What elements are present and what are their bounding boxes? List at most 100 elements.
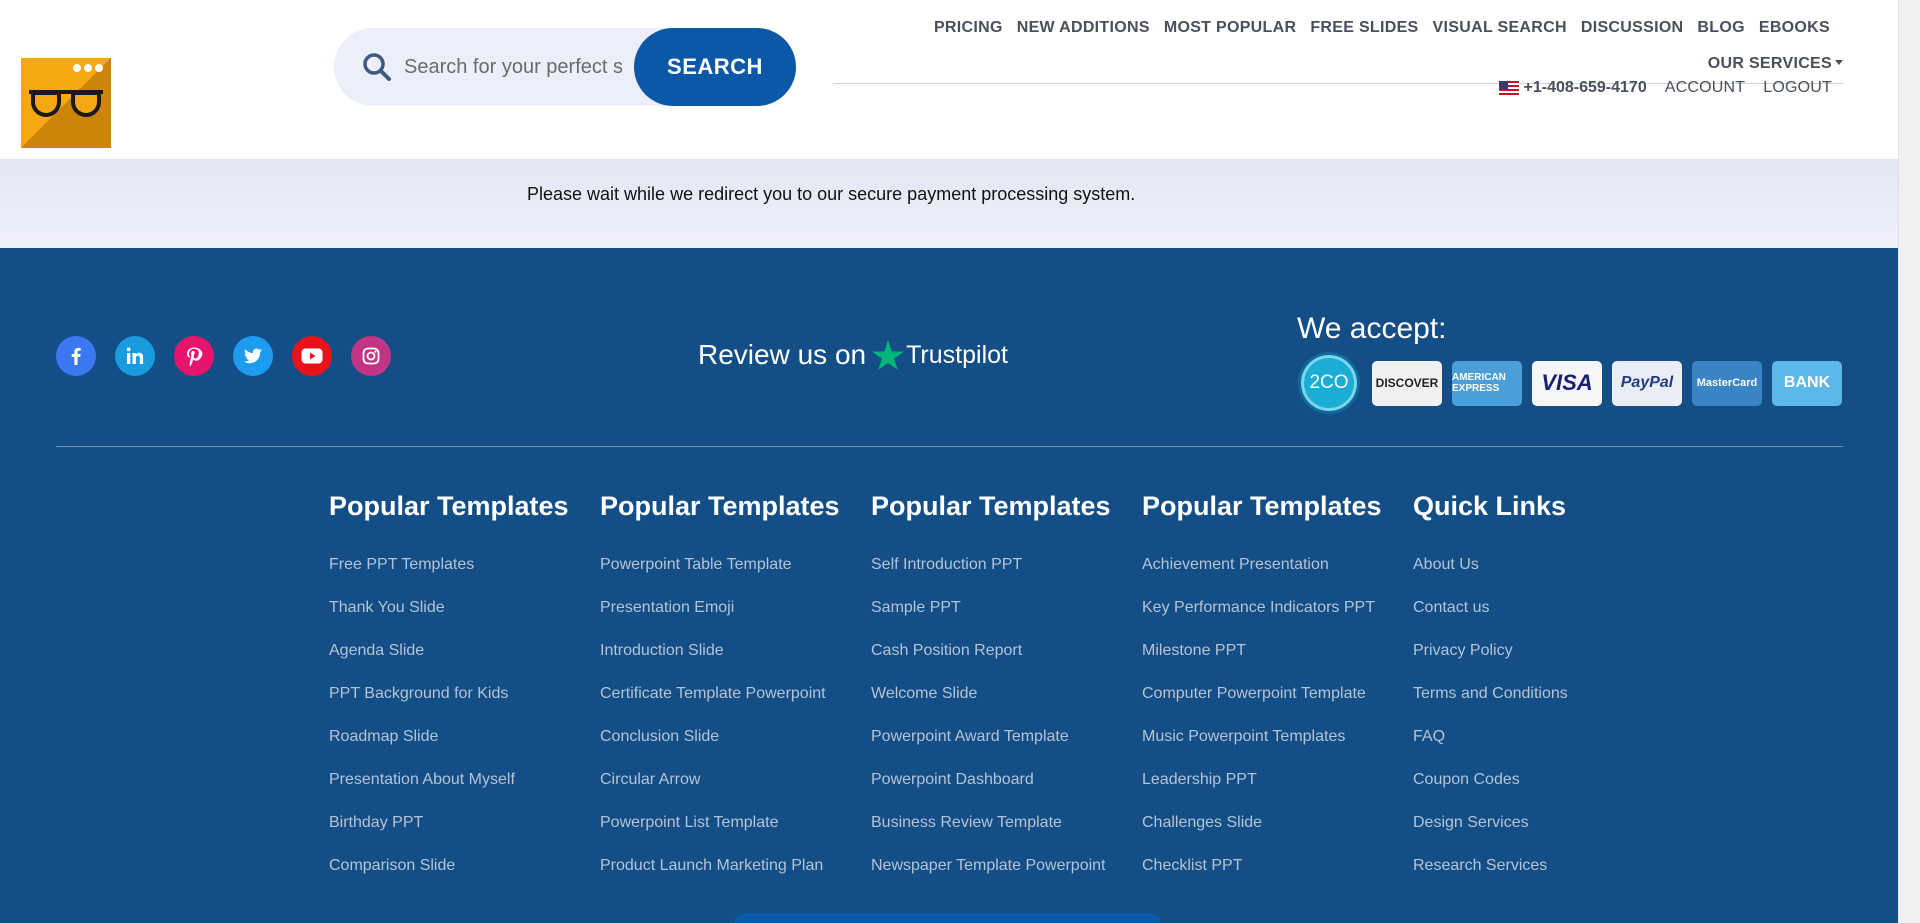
footer-link[interactable]: Powerpoint Award Template: [871, 728, 1142, 771]
our-services-dropdown[interactable]: OUR SERVICES: [1708, 55, 1843, 73]
we-accept-label: We accept:: [1297, 312, 1447, 345]
search-bar: SEARCH: [334, 28, 796, 106]
search-input[interactable]: [404, 46, 622, 88]
payment-mastercard: MasterCard: [1692, 360, 1762, 406]
trustpilot-brand: Trustpilot: [906, 340, 1008, 369]
nav-new-additions[interactable]: NEW ADDITIONS: [1017, 19, 1150, 37]
nav-most-popular[interactable]: MOST POPULAR: [1164, 19, 1297, 37]
footer-link[interactable]: Presentation About Myself: [329, 771, 600, 814]
footer-column: Popular Templates Self Introduction PPT …: [871, 491, 1142, 900]
caret-down-icon: [1835, 60, 1843, 65]
instagram-icon[interactable]: [351, 336, 391, 376]
footer-link[interactable]: Challenges Slide: [1142, 814, 1413, 857]
footer-link[interactable]: Coupon Codes: [1413, 771, 1684, 814]
footer-link[interactable]: Comparison Slide: [329, 857, 600, 900]
footer-link[interactable]: Agenda Slide: [329, 642, 600, 685]
footer-link[interactable]: Self Introduction PPT: [871, 556, 1142, 599]
footer-link[interactable]: Product Launch Marketing Plan: [600, 857, 871, 900]
footer-column: Quick Links About Us Contact us Privacy …: [1413, 491, 1684, 900]
redirect-banner: Please wait while we redirect you to our…: [0, 159, 1898, 248]
nav-visual-search[interactable]: VISUAL SEARCH: [1433, 19, 1567, 37]
payment-visa: VISA: [1532, 360, 1602, 406]
footer-link[interactable]: Welcome Slide: [871, 685, 1142, 728]
footer-column-heading: Popular Templates: [600, 491, 840, 521]
payment-discover: DISCOVER: [1372, 360, 1442, 406]
review-prefix: Review us on: [698, 339, 867, 370]
footer-link[interactable]: Birthday PPT: [329, 814, 600, 857]
nav-ebooks[interactable]: EBOOKS: [1759, 19, 1830, 37]
footer-link[interactable]: Circular Arrow: [600, 771, 871, 814]
footer-column-heading: Quick Links: [1413, 491, 1567, 521]
footer-link[interactable]: Milestone PPT: [1142, 642, 1413, 685]
nav-free-slides[interactable]: FREE SLIDES: [1310, 19, 1418, 37]
footer-link[interactable]: Conclusion Slide: [600, 728, 871, 771]
footer-link[interactable]: Sample PPT: [871, 599, 1142, 642]
footer-link[interactable]: About Us: [1413, 556, 1684, 599]
footer-column-heading: Popular Templates: [1142, 491, 1382, 521]
footer-link[interactable]: Music Powerpoint Templates: [1142, 728, 1413, 771]
window-dots-icon: [73, 64, 103, 72]
payment-2co: 2CO: [1298, 352, 1360, 414]
footer-link[interactable]: Leadership PPT: [1142, 771, 1413, 814]
footer-link[interactable]: Newspaper Template Powerpoint: [871, 857, 1142, 900]
site-logo[interactable]: [21, 58, 111, 148]
footer-link[interactable]: Cash Position Report: [871, 642, 1142, 685]
footer-link[interactable]: Introduction Slide: [600, 642, 871, 685]
footer-divider: [56, 446, 1843, 447]
account-row: +1-408-659-4170 ACCOUNT LOGOUT: [1498, 79, 1833, 97]
footer-link[interactable]: Design Services: [1413, 814, 1684, 857]
footer-bottom-button[interactable]: [735, 913, 1160, 923]
footer-link[interactable]: Certificate Template Powerpoint: [600, 685, 871, 728]
footer-link[interactable]: Roadmap Slide: [329, 728, 600, 771]
phone-number: +1-408-659-4170: [1523, 79, 1647, 96]
footer-column-heading: Popular Templates: [329, 491, 569, 521]
account-link[interactable]: ACCOUNT: [1665, 79, 1746, 97]
footer-link[interactable]: Terms and Conditions: [1413, 685, 1684, 728]
footer-link[interactable]: PPT Background for Kids: [329, 685, 600, 728]
pinterest-icon[interactable]: [174, 336, 214, 376]
site-footer: Review us on Trustpilot We accept: 2CO D…: [0, 248, 1898, 923]
payment-amex: AMERICAN EXPRESS: [1452, 360, 1522, 406]
linkedin-icon[interactable]: [115, 336, 155, 376]
redirect-message: Please wait while we redirect you to our…: [527, 184, 1136, 204]
footer-column-heading: Popular Templates: [871, 491, 1111, 521]
footer-link[interactable]: Research Services: [1413, 857, 1684, 900]
payment-methods: 2CO DISCOVER AMERICAN EXPRESS VISA PayPa…: [1298, 352, 1842, 414]
trustpilot-review-link[interactable]: Review us on Trustpilot: [698, 339, 1008, 371]
footer-link[interactable]: Powerpoint Dashboard: [871, 771, 1142, 814]
nav-pricing[interactable]: PRICING: [934, 19, 1003, 37]
footer-link[interactable]: Computer Powerpoint Template: [1142, 685, 1413, 728]
footer-link[interactable]: Business Review Template: [871, 814, 1142, 857]
search-icon: [363, 53, 391, 81]
page-scrollbar[interactable]: [1898, 0, 1920, 923]
site-header: SEARCH PRICING NEW ADDITIONS MOST POPULA…: [0, 0, 1898, 159]
footer-link[interactable]: FAQ: [1413, 728, 1684, 771]
footer-link[interactable]: Achievement Presentation: [1142, 556, 1413, 599]
footer-link[interactable]: Privacy Policy: [1413, 642, 1684, 685]
facebook-icon[interactable]: [56, 336, 96, 376]
twitter-icon[interactable]: [233, 336, 273, 376]
footer-link[interactable]: Thank You Slide: [329, 599, 600, 642]
payment-paypal: PayPal: [1612, 360, 1682, 406]
nav-discussion[interactable]: DISCUSSION: [1581, 19, 1684, 37]
footer-link[interactable]: Key Performance Indicators PPT: [1142, 599, 1413, 642]
top-nav: PRICING NEW ADDITIONS MOST POPULAR FREE …: [934, 19, 1830, 37]
footer-link[interactable]: Powerpoint Table Template: [600, 556, 871, 599]
youtube-icon[interactable]: [292, 336, 332, 376]
phone-link[interactable]: +1-408-659-4170: [1498, 79, 1647, 97]
nav-blog[interactable]: BLOG: [1697, 19, 1744, 37]
footer-link[interactable]: Presentation Emoji: [600, 599, 871, 642]
glasses-icon: [29, 90, 103, 117]
logout-link[interactable]: LOGOUT: [1763, 79, 1832, 97]
footer-column: Popular Templates Free PPT Templates Tha…: [329, 491, 600, 900]
payment-bank: BANK: [1772, 360, 1842, 406]
footer-link[interactable]: Contact us: [1413, 599, 1684, 642]
footer-link[interactable]: Powerpoint List Template: [600, 814, 871, 857]
trustpilot-star-icon: [872, 339, 905, 370]
footer-link[interactable]: Checklist PPT: [1142, 857, 1413, 900]
search-button[interactable]: SEARCH: [634, 28, 796, 106]
footer-link[interactable]: Free PPT Templates: [329, 556, 600, 599]
footer-column: Popular Templates Powerpoint Table Templ…: [600, 491, 871, 900]
footer-link-columns: Popular Templates Free PPT Templates Tha…: [329, 491, 1684, 900]
social-links: [56, 336, 391, 376]
